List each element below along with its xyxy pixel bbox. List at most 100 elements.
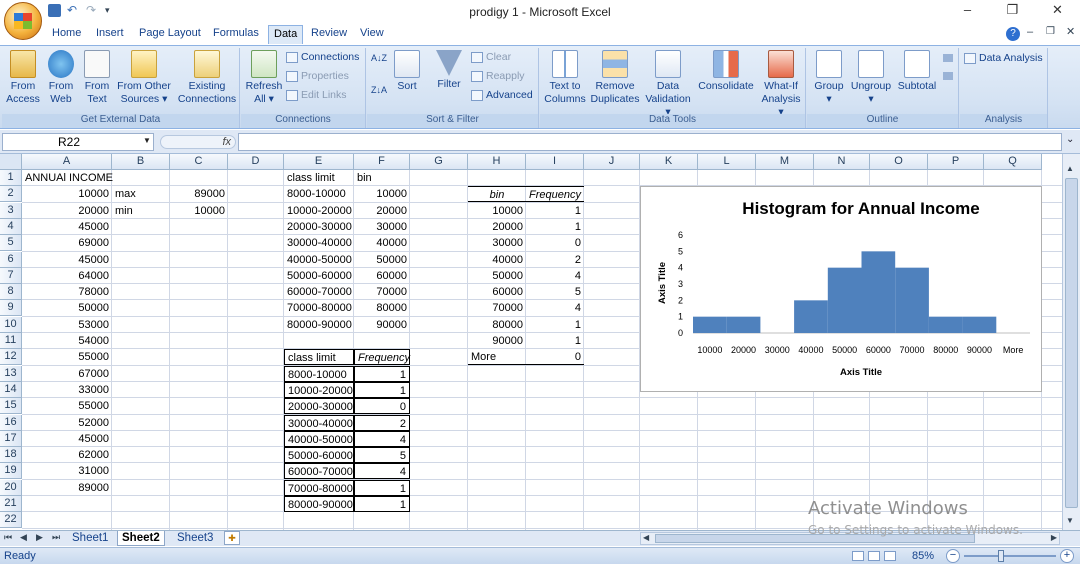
column-header-j[interactable]: J [584,154,640,170]
zoom-out-icon[interactable]: − [946,549,960,563]
sheet-tab-2[interactable]: Sheet2 [117,531,165,546]
column-header-d[interactable]: D [228,154,284,170]
histogram-bar[interactable] [827,267,862,333]
cell-e20[interactable]: 70000-80000 [284,479,354,496]
cell-h7[interactable]: 50000 [468,268,526,284]
clear-button[interactable]: Clear [471,51,511,63]
column-header-o[interactable]: O [870,154,928,170]
cell-f4[interactable]: 30000 [354,219,410,235]
ungroup-button[interactable]: Ungroup ▾ [849,50,893,106]
subtotal-button[interactable]: Subtotal [895,50,939,93]
select-all-corner[interactable] [0,154,22,170]
cell-f2[interactable]: 10000 [354,186,410,202]
cell-h11[interactable]: 90000 [468,333,526,349]
cell-h2[interactable]: bin [468,186,526,203]
column-header-k[interactable]: K [640,154,698,170]
cell-f1[interactable]: bin [354,170,410,186]
cell-e7[interactable]: 50000-60000 [284,268,354,284]
row-header-22[interactable]: 22 [0,512,22,529]
cell-a1[interactable]: ANNUAl INCOME [22,170,142,186]
last-sheet-nav-icon[interactable]: ⏭ [52,532,60,543]
scroll-right-icon[interactable]: ▶ [1051,533,1057,542]
cell-i3[interactable]: 1 [526,203,584,219]
cell-a17[interactable]: 45000 [22,431,112,447]
scroll-down-icon[interactable]: ▼ [1066,516,1074,525]
row-header-21[interactable]: 21 [0,496,22,512]
connections-button[interactable]: Connections [286,51,359,63]
sort-ascending-button[interactable]: A↓Z [369,52,389,65]
page-break-view-icon[interactable] [884,551,896,561]
row-header-15[interactable]: 15 [0,398,22,415]
cell-h12[interactable]: More [468,349,526,366]
cell-f8[interactable]: 70000 [354,284,410,300]
worksheet-grid[interactable]: ABCDEFGHIJKLMNOPQ 1 2 3 4 5 6 7 8 9 10 11 12 13 14 15 1… [0,154,1062,530]
x-axis-title[interactable]: Axis Title [840,367,882,378]
name-box[interactable]: R22 [2,133,154,151]
cell-a3[interactable]: 20000 [22,203,112,219]
cell-e6[interactable]: 40000-50000 [284,252,354,268]
cell-i9[interactable]: 4 [526,300,584,316]
tab-data[interactable]: Data [268,25,304,44]
cell-e17[interactable]: 40000-50000 [284,430,354,447]
cell-h3[interactable]: 10000 [468,203,526,219]
data-validation-button[interactable]: Data Validation ▾ [643,50,693,119]
cell-a18[interactable]: 62000 [22,447,112,463]
prev-sheet-nav-icon[interactable]: ◀ [20,532,27,543]
row-header-14[interactable]: 14 [0,381,22,398]
row-header-7[interactable]: 7 [0,267,22,284]
cell-a4[interactable]: 45000 [22,219,112,235]
cell-e15[interactable]: 20000-30000 [284,398,354,415]
formula-input[interactable] [238,133,1062,151]
cell-e21[interactable]: 80000-90000 [284,496,354,512]
cell-a7[interactable]: 64000 [22,268,112,284]
histogram-bar[interactable] [693,316,727,333]
cell-f10[interactable]: 90000 [354,317,410,333]
remove-duplicates-button[interactable]: Remove Duplicates [590,50,640,106]
cell-f12[interactable]: Frequency [354,349,410,366]
cell-a6[interactable]: 45000 [22,252,112,268]
from-access-button[interactable]: From Access [4,50,42,106]
cell-a11[interactable]: 54000 [22,333,112,349]
tab-formulas[interactable]: Formulas [213,27,259,39]
chart-title[interactable]: Histogram for Annual Income [742,199,979,218]
cell-e19[interactable]: 60000-70000 [284,463,354,480]
cell-f20[interactable]: 1 [354,479,410,496]
histogram-bar[interactable] [962,316,997,333]
cell-e9[interactable]: 70000-80000 [284,300,354,316]
from-other-sources-button[interactable]: From Other Sources ▾ [116,50,172,106]
cell-i4[interactable]: 1 [526,219,584,235]
tab-home[interactable]: Home [52,27,81,39]
cell-c2[interactable]: 89000 [170,186,228,202]
cell-f21[interactable]: 1 [354,496,410,512]
row-header-17[interactable]: 17 [0,430,22,447]
cell-e5[interactable]: 30000-40000 [284,235,354,251]
cell-f9[interactable]: 80000 [354,300,410,316]
hide-detail-icon[interactable] [943,72,953,80]
zoom-slider-thumb[interactable] [998,550,1004,562]
vertical-scrollbar[interactable]: ▲ ▼ [1062,154,1080,530]
cell-e12[interactable]: class limit [284,349,354,366]
row-header-2[interactable]: 2 [0,186,22,203]
cell-i5[interactable]: 0 [526,235,584,251]
row-header-5[interactable]: 5 [0,235,22,252]
row-header-1[interactable]: 1 [0,170,22,186]
cell-a14[interactable]: 33000 [22,382,112,398]
cell-f3[interactable]: 20000 [354,203,410,219]
row-header-8[interactable]: 8 [0,284,22,301]
cell-f17[interactable]: 4 [354,430,410,447]
cell-h8[interactable]: 60000 [468,284,526,300]
cell-h10[interactable]: 80000 [468,317,526,333]
from-web-button[interactable]: From Web [44,50,78,106]
cell-i11[interactable]: 1 [526,333,584,349]
histogram-bar[interactable] [726,316,761,333]
column-header-i[interactable]: I [526,154,584,170]
cell-i7[interactable]: 4 [526,268,584,284]
cell-i8[interactable]: 5 [526,284,584,300]
row-header-11[interactable]: 11 [0,333,22,349]
sheet-tab-3[interactable]: Sheet3 [173,531,217,546]
cell-e1[interactable]: class limit [284,170,354,186]
advanced-filter-button[interactable]: Advanced [471,89,533,101]
filter-button[interactable]: Filter [433,50,465,91]
existing-connections-button[interactable]: Existing Connections [176,50,238,106]
row-header-13[interactable]: 13 [0,365,22,382]
